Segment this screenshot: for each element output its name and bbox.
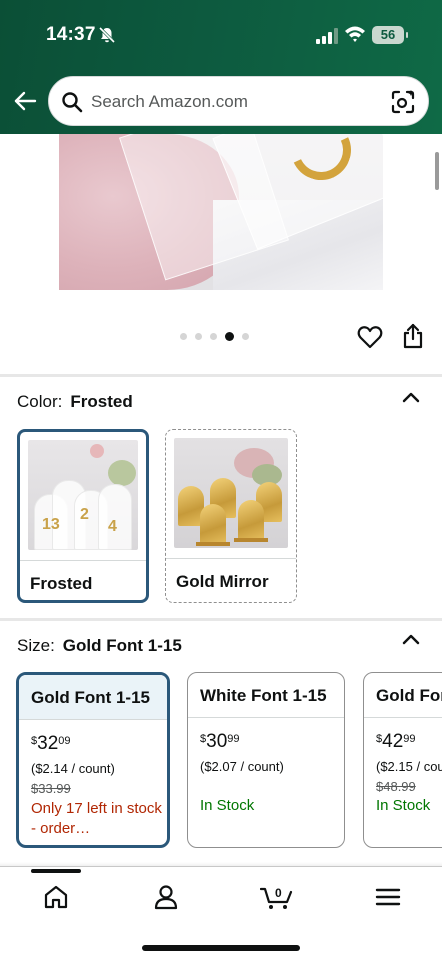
thumb-leaves <box>108 460 136 486</box>
size-option-separator <box>19 719 167 720</box>
size-option-header: Gold Font 1-15 <box>19 675 167 719</box>
account-icon[interactable] <box>152 884 180 910</box>
bottom-nav-border <box>0 866 442 867</box>
unit-price: ($2.07 / count) <box>200 759 284 774</box>
size-option-price: $3209 <box>31 733 71 755</box>
cart-icon[interactable]: 0 <box>260 884 294 910</box>
thumb-stand <box>234 538 268 542</box>
frosted-thumbnail: 13 2 4 <box>28 440 138 550</box>
size-option-gold-font-1-15[interactable]: Gold Font 1-15 $3209 ($2.14 / count) $33… <box>16 672 170 848</box>
thumb-card <box>200 504 226 544</box>
size-option-title: Gold Font 1-15 <box>31 688 150 707</box>
thumb-digit: 2 <box>80 506 89 523</box>
battery-indicator: 56 <box>372 26 408 44</box>
cellular-signal-icon <box>316 28 338 44</box>
silent-bell-icon <box>98 26 116 44</box>
thumb-digit: 4 <box>108 518 117 535</box>
active-tab-indicator <box>31 869 81 873</box>
size-selected-value: Gold Font 1-15 <box>62 636 182 655</box>
size-option-gold-font-1-20[interactable]: Gold Font 1-20 $4299 ($2.15 / count) $48… <box>363 672 442 848</box>
thumb-flower <box>90 444 104 458</box>
carousel-dot[interactable] <box>210 332 217 340</box>
size-option-header: White Font 1-15 <box>188 673 344 717</box>
swatch-separator <box>20 560 146 561</box>
scrollbar[interactable] <box>435 152 439 190</box>
chevron-up-icon[interactable] <box>402 633 420 645</box>
swatch-separator <box>166 558 296 559</box>
availability-in-stock: In Stock <box>376 797 431 814</box>
camera-lens-icon[interactable] <box>390 89 416 115</box>
unit-price: ($2.15 / count) <box>376 759 442 774</box>
color-option-gold-mirror[interactable]: Gold Mirror <box>165 429 297 603</box>
list-price: $33.99 <box>31 781 71 796</box>
product-image[interactable] <box>59 134 383 290</box>
share-icon[interactable] <box>402 323 424 349</box>
heart-icon[interactable] <box>357 325 383 349</box>
size-option-white-font-1-15[interactable]: White Font 1-15 $3099 ($2.07 / count) In… <box>187 672 345 848</box>
color-option-frosted[interactable]: 13 2 4 Frosted <box>17 429 149 603</box>
color-label-text: Color: <box>17 392 63 411</box>
size-option-separator <box>188 717 344 718</box>
color-option-name: Gold Mirror <box>176 572 269 591</box>
home-icon[interactable] <box>42 884 70 910</box>
carousel-dot[interactable] <box>195 332 202 340</box>
unit-price: ($2.14 / count) <box>31 761 115 776</box>
cart-count: 0 <box>275 886 282 900</box>
menu-icon[interactable] <box>374 884 402 910</box>
size-label-text: Size: <box>17 636 55 655</box>
carousel-dot[interactable] <box>180 332 187 340</box>
carousel-dot-active[interactable] <box>225 331 234 341</box>
thumb-digit: 13 <box>42 516 60 533</box>
section-divider <box>0 618 442 621</box>
price-whole: 30 <box>206 731 228 752</box>
thumb-card <box>98 484 132 550</box>
availability-low-stock: Only 17 left in stock - order… <box>31 800 162 837</box>
availability-in-stock: In Stock <box>200 797 255 814</box>
size-option-separator <box>364 717 442 718</box>
thumb-stand <box>196 542 230 546</box>
price-whole: 32 <box>37 733 59 754</box>
color-option-name: Frosted <box>30 574 93 593</box>
app-header: 14:37 56 Search Amazon.com <box>0 0 442 134</box>
size-label: Size: Gold Font 1-15 <box>17 636 182 656</box>
wifi-icon <box>345 26 365 42</box>
price-currency: $ <box>31 735 38 747</box>
color-label: Color: Frosted <box>17 392 133 412</box>
back-arrow-icon[interactable] <box>12 88 38 114</box>
search-placeholder: Search Amazon.com <box>91 92 248 111</box>
price-currency: $ <box>200 733 207 745</box>
status-time: 14:37 <box>46 24 96 45</box>
home-gesture-bar[interactable] <box>142 945 300 951</box>
size-option-price: $3099 <box>200 731 240 753</box>
list-price: $48.99 <box>376 779 416 794</box>
size-option-header: Gold Font 1-20 <box>364 673 442 717</box>
size-option-title: White Font 1-15 <box>200 686 327 705</box>
thumb-card <box>238 500 264 540</box>
status-bar: 14:37 56 <box>0 0 442 70</box>
price-cents: 99 <box>403 733 416 745</box>
search-icon <box>62 92 83 113</box>
search-input[interactable]: Search Amazon.com <box>48 76 429 126</box>
chevron-up-icon[interactable] <box>402 391 420 403</box>
color-selected-value: Frosted <box>70 392 133 411</box>
image-carousel-dots <box>180 330 249 342</box>
price-cents: 99 <box>227 733 240 745</box>
carousel-dot[interactable] <box>242 332 249 340</box>
section-divider <box>0 374 442 377</box>
size-option-title: Gold Font 1-20 <box>376 686 442 705</box>
price-cents: 09 <box>58 735 71 747</box>
price-whole: 42 <box>382 731 404 752</box>
gold-mirror-thumbnail <box>174 438 288 548</box>
price-currency: $ <box>376 733 383 745</box>
size-option-price: $4299 <box>376 731 416 753</box>
